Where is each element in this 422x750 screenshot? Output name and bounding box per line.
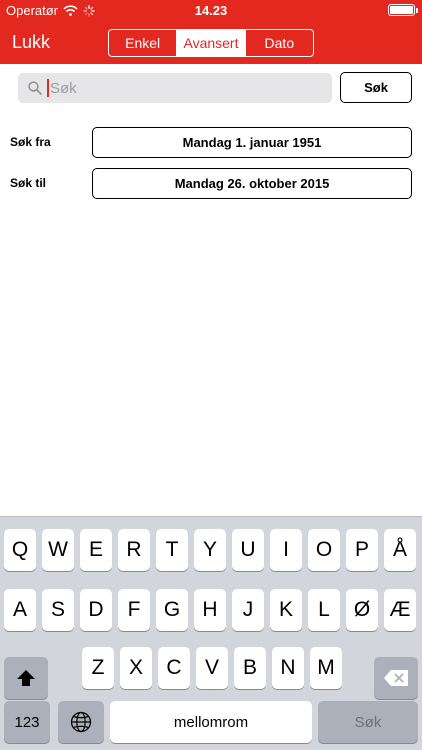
globe-icon: [70, 711, 92, 733]
search-to-date-button[interactable]: Mandag 26. oktober 2015: [92, 168, 412, 199]
key[interactable]: C: [158, 647, 190, 689]
key[interactable]: G: [156, 589, 188, 631]
status-time: 14.23: [194, 3, 228, 18]
search-icon: [28, 81, 42, 95]
shift-key[interactable]: [4, 657, 48, 699]
key[interactable]: M: [310, 647, 342, 689]
search-to-label: Søk til: [10, 176, 47, 190]
space-key[interactable]: mellomrom: [110, 701, 312, 743]
key[interactable]: Ø: [346, 589, 378, 631]
key[interactable]: W: [42, 529, 74, 571]
key[interactable]: O: [308, 529, 340, 571]
status-bar: Operatør 14.23: [0, 0, 422, 20]
globe-key[interactable]: [58, 701, 104, 743]
key[interactable]: J: [232, 589, 264, 631]
key[interactable]: X: [120, 647, 152, 689]
key[interactable]: S: [42, 589, 74, 631]
search-field[interactable]: [18, 73, 332, 103]
key[interactable]: H: [194, 589, 226, 631]
navigation-bar: Operatør 14.23 Lukk Enkel Avansert Dato: [0, 0, 422, 64]
key[interactable]: Z: [82, 647, 114, 689]
key[interactable]: F: [118, 589, 150, 631]
key[interactable]: Y: [194, 529, 226, 571]
key[interactable]: Æ: [384, 589, 416, 631]
key[interactable]: L: [308, 589, 340, 631]
search-button[interactable]: Søk: [340, 72, 412, 103]
battery-icon: [388, 4, 418, 16]
key[interactable]: D: [80, 589, 112, 631]
text-cursor: [47, 79, 49, 97]
backspace-key[interactable]: [374, 657, 418, 699]
key[interactable]: N: [272, 647, 304, 689]
key[interactable]: K: [270, 589, 302, 631]
key[interactable]: A: [4, 589, 36, 631]
tab-enkel[interactable]: Enkel: [109, 30, 176, 56]
key[interactable]: E: [80, 529, 112, 571]
key[interactable]: U: [232, 529, 264, 571]
key[interactable]: I: [270, 529, 302, 571]
return-search-key[interactable]: Søk: [318, 701, 418, 743]
search-input[interactable]: [50, 79, 290, 97]
search-from-label: Søk fra: [10, 135, 51, 149]
shift-icon: [17, 670, 35, 686]
key[interactable]: Q: [4, 529, 36, 571]
tab-avansert[interactable]: Avansert: [176, 30, 245, 56]
numbers-key[interactable]: 123: [4, 701, 50, 743]
search-mode-segmented-control: Enkel Avansert Dato: [108, 29, 314, 57]
key[interactable]: B: [234, 647, 266, 689]
search-from-date-button[interactable]: Mandag 1. januar 1951: [92, 127, 412, 158]
key[interactable]: Å: [384, 529, 416, 571]
close-button[interactable]: Lukk: [12, 32, 50, 53]
tab-dato[interactable]: Dato: [244, 30, 313, 56]
keyboard: QWERTYUIOPÅ ASDFGHJKLØÆ ZXCVBNM 123 mell…: [0, 516, 422, 750]
key[interactable]: R: [118, 529, 150, 571]
key[interactable]: T: [156, 529, 188, 571]
backspace-icon: [384, 670, 408, 686]
key[interactable]: V: [196, 647, 228, 689]
key[interactable]: P: [346, 529, 378, 571]
